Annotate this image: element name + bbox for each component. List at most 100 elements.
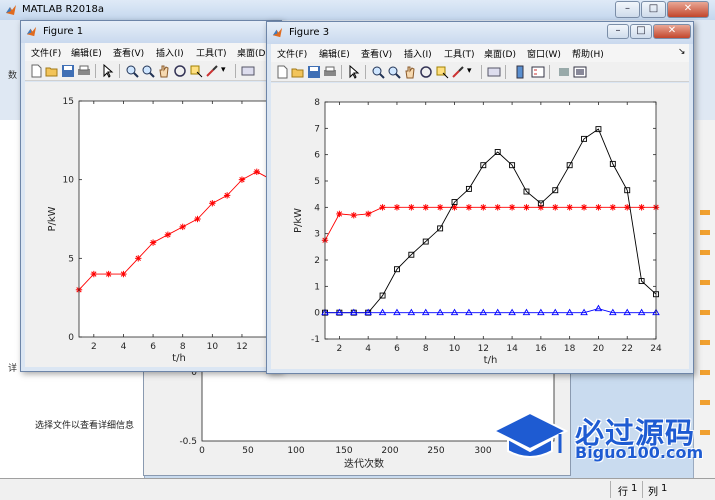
figure-1-window[interactable]: Figure 1 文件(F) 编辑(E) 查看(V) 插入(I) 工具(T) 桌… — [20, 20, 282, 372]
show-tools-icon[interactable] — [573, 65, 587, 79]
minimize-button[interactable]: – — [607, 24, 629, 39]
side-letter-2: 详 — [8, 364, 18, 374]
brush-icon[interactable] — [451, 65, 465, 79]
data-cursor-icon[interactable] — [435, 65, 449, 79]
data-point — [451, 204, 458, 211]
brush-dropdown-icon[interactable]: ▾ — [221, 65, 226, 75]
menu-insert[interactable]: 插入(I) — [404, 47, 432, 60]
menu-edit[interactable]: 编辑(E) — [319, 47, 350, 60]
new-file-icon[interactable] — [29, 64, 43, 78]
menu-desktop[interactable]: 桌面(D) — [484, 47, 516, 60]
menu-view[interactable]: 查看(V) — [361, 47, 392, 60]
marker-tick[interactable] — [700, 250, 710, 255]
x-tick-label: 14 — [506, 344, 518, 354]
main-titlebar: MATLAB R2018a – □ ✕ — [0, 0, 715, 20]
matlab-figure-icon — [272, 27, 283, 38]
menu-file[interactable]: 文件(F) — [277, 47, 307, 60]
y-tick-label: 5 — [314, 177, 320, 187]
pointer-icon[interactable] — [101, 64, 115, 78]
pan-hand-icon[interactable] — [403, 65, 417, 79]
x-tick-label: 24 — [650, 344, 662, 354]
menu-window[interactable]: 窗口(W) — [527, 47, 561, 60]
figure-3-titlebar[interactable]: Figure 3 – □ ✕ — [267, 22, 693, 44]
marker-tick[interactable] — [700, 210, 710, 215]
menu-edit[interactable]: 编辑(E) — [71, 46, 102, 59]
figure-1-toolbar: ▾ — [25, 61, 277, 81]
x-tick-label: 4 — [121, 342, 127, 352]
open-folder-icon[interactable] — [45, 64, 59, 78]
brush-dropdown-icon[interactable]: ▾ — [467, 66, 472, 76]
x-tick-label: 6 — [394, 344, 400, 354]
y-axis-label: P/kW — [47, 206, 58, 231]
bg-xticks: 0 50 100 150 200 250 300 350 — [199, 446, 537, 456]
watermark-subtitle: Biguo100.com — [575, 443, 704, 462]
maximize-button[interactable]: □ — [641, 1, 666, 18]
save-icon[interactable] — [307, 65, 321, 79]
menu-tools[interactable]: 工具(T) — [444, 47, 475, 60]
pointer-icon[interactable] — [347, 65, 361, 79]
y-tick-label: 2 — [314, 256, 320, 266]
figure-3-window[interactable]: Figure 3 – □ ✕ 文件(F) 编辑(E) 查看(V) 插入(I) 工… — [266, 21, 694, 374]
data-point — [90, 270, 98, 278]
bg-xtick: 150 — [335, 446, 352, 456]
data-point — [393, 204, 401, 211]
marker-tick[interactable] — [700, 230, 710, 235]
data-cursor-icon[interactable] — [189, 64, 203, 78]
zoom-in-icon[interactable] — [371, 65, 385, 79]
hide-tools-icon[interactable] — [557, 65, 571, 79]
menu-tools[interactable]: 工具(T) — [196, 46, 227, 59]
menu-file[interactable]: 文件(F) — [31, 46, 61, 59]
maximize-button[interactable]: □ — [630, 24, 652, 39]
data-point — [638, 204, 645, 211]
y-tick-label: 15 — [63, 97, 74, 107]
y-axis-label: P/kW — [293, 208, 304, 233]
data-point — [253, 168, 260, 175]
toolbar-separator — [95, 64, 96, 78]
toolbar-separator — [549, 65, 550, 79]
y-tick-label: 1 — [314, 282, 320, 292]
open-folder-icon[interactable] — [291, 65, 305, 79]
plot-area — [325, 102, 656, 339]
data-point — [609, 204, 617, 211]
data-point — [595, 204, 602, 211]
y-tick-label: 7 — [314, 124, 320, 134]
marker-tick[interactable] — [700, 310, 710, 315]
x-axis-label: t/h — [484, 355, 498, 366]
figure-1-plot: 0510152468101214t/hP/kW — [47, 97, 280, 364]
marker-tick[interactable] — [700, 340, 710, 345]
menu-help[interactable]: 帮助(H) — [572, 47, 604, 60]
zoom-out-icon[interactable] — [387, 65, 401, 79]
zoom-out-icon[interactable] — [141, 64, 155, 78]
minimize-button[interactable]: – — [615, 1, 640, 18]
print-icon[interactable] — [323, 65, 337, 79]
close-button[interactable]: ✕ — [653, 24, 691, 39]
link-plot-icon[interactable] — [241, 64, 255, 78]
data-point — [223, 192, 231, 199]
legend-icon[interactable] — [531, 65, 545, 79]
x-tick-label: 22 — [621, 344, 632, 354]
side-letter-1: 数 — [8, 71, 18, 81]
marker-tick[interactable] — [700, 280, 710, 285]
status-row-value: 1 — [631, 483, 638, 494]
data-point — [336, 210, 343, 218]
zoom-in-icon[interactable] — [125, 64, 139, 78]
colorbar-icon[interactable] — [513, 65, 527, 79]
print-icon[interactable] — [77, 64, 91, 78]
close-button[interactable]: ✕ — [667, 1, 709, 18]
menu-insert[interactable]: 插入(I) — [156, 46, 184, 59]
figure-1-titlebar[interactable]: Figure 1 — [21, 21, 281, 43]
save-icon[interactable] — [61, 64, 75, 78]
rotate-icon[interactable] — [173, 64, 187, 78]
new-file-icon[interactable] — [275, 65, 289, 79]
marker-tick[interactable] — [700, 370, 710, 375]
rotate-icon[interactable] — [419, 65, 433, 79]
menu-view[interactable]: 查看(V) — [113, 46, 144, 59]
figure-3-title: Figure 3 — [289, 27, 330, 38]
menu-desktop[interactable]: 桌面(D) — [237, 46, 269, 59]
dock-arrow-icon[interactable]: ↘ — [678, 47, 686, 57]
link-plot-icon[interactable] — [487, 65, 501, 79]
toolbar-separator — [235, 64, 236, 78]
brush-icon[interactable] — [205, 64, 219, 78]
pan-hand-icon[interactable] — [157, 64, 171, 78]
y-tick-label: 6 — [314, 151, 320, 161]
